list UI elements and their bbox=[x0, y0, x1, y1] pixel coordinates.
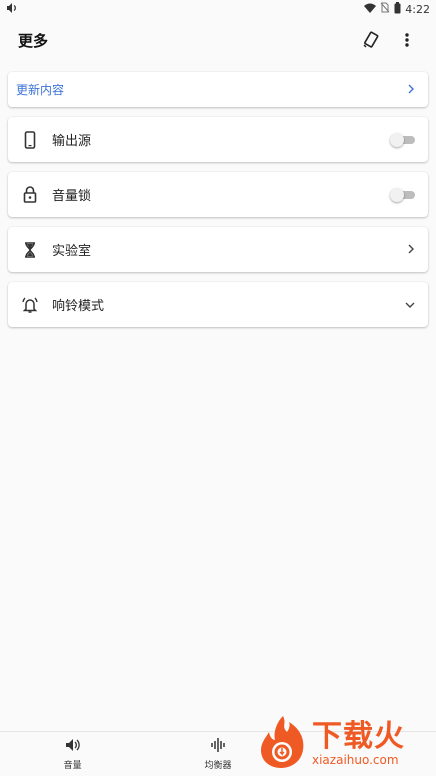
more-options-icon[interactable] bbox=[396, 29, 418, 51]
settings-list: 更新内容 输出源 音量锁 实验室 响铃模式 bbox=[8, 72, 428, 337]
laboratory-row[interactable]: 实验室 bbox=[8, 227, 428, 272]
output-source-toggle[interactable] bbox=[390, 132, 416, 147]
update-content-card[interactable]: 更新内容 bbox=[8, 72, 428, 107]
update-content-label: 更新内容 bbox=[16, 83, 65, 97]
wifi-icon bbox=[364, 3, 377, 16]
output-source-row[interactable]: 输出源 bbox=[8, 117, 428, 162]
status-time: 4:22 bbox=[405, 2, 430, 16]
chevron-down-icon bbox=[404, 295, 416, 314]
app-bar: 更多 bbox=[0, 22, 436, 58]
watermark-text: 下载火 xiazaihuo.com bbox=[312, 719, 405, 768]
page-title: 更多 bbox=[18, 31, 49, 50]
phone-icon bbox=[20, 130, 40, 150]
flame-logo-icon bbox=[256, 714, 310, 774]
nav-volume-label: 音量 bbox=[63, 761, 82, 771]
ringer-mode-label: 响铃模式 bbox=[52, 299, 105, 314]
volume-status-icon bbox=[6, 2, 18, 17]
bell-icon bbox=[20, 295, 40, 315]
volume-lock-label: 音量锁 bbox=[52, 189, 92, 204]
nav-volume[interactable]: 音量 bbox=[0, 737, 145, 771]
status-bar: 4:22 bbox=[0, 0, 436, 18]
output-source-label: 输出源 bbox=[52, 134, 92, 149]
watermark-url: xiazaihuo.com bbox=[312, 753, 399, 767]
equalizer-icon bbox=[210, 737, 226, 756]
lock-icon bbox=[20, 185, 40, 205]
chevron-right-icon bbox=[406, 240, 416, 259]
watermark-logo: 下载火 xiazaihuo.com bbox=[256, 714, 432, 774]
speaker-icon bbox=[65, 737, 81, 756]
ringer-mode-row[interactable]: 响铃模式 bbox=[8, 282, 428, 327]
hourglass-icon bbox=[20, 240, 40, 260]
no-sim-icon bbox=[380, 2, 390, 16]
chevron-right-icon bbox=[406, 80, 416, 99]
nav-equalizer-label: 均衡器 bbox=[204, 761, 232, 771]
app-actions bbox=[360, 29, 418, 51]
laboratory-label: 实验室 bbox=[52, 244, 92, 259]
rotate-device-icon[interactable] bbox=[360, 29, 382, 51]
volume-lock-row[interactable]: 音量锁 bbox=[8, 172, 428, 217]
battery-icon bbox=[394, 1, 401, 17]
watermark-title: 下载火 bbox=[312, 719, 405, 754]
volume-lock-toggle[interactable] bbox=[390, 187, 416, 202]
status-right: 4:22 bbox=[364, 1, 430, 17]
